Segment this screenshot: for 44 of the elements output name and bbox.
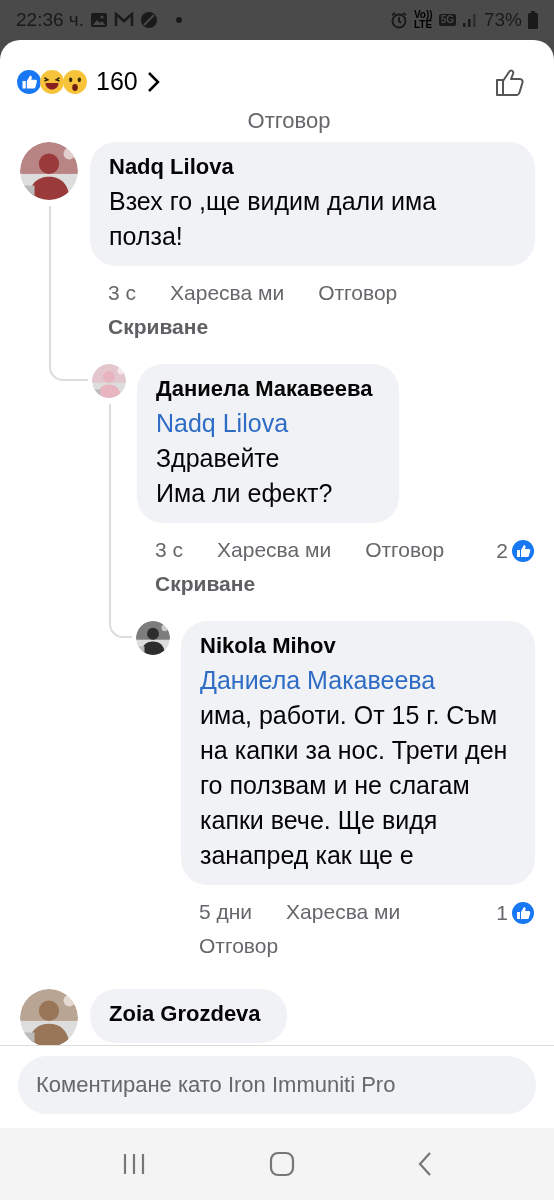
image-icon xyxy=(90,12,108,28)
comment-author[interactable]: Даниела Макавеева xyxy=(156,372,373,406)
like-count: 1 xyxy=(496,900,508,926)
comment-input-field[interactable]: Коментиране като Iron Immuniti Pro xyxy=(18,1056,536,1114)
battery-icon xyxy=(528,11,538,29)
reply-link[interactable]: Отговор xyxy=(247,110,331,132)
signal-icon xyxy=(461,12,478,28)
mention-link[interactable]: Даниела Макавеева xyxy=(200,663,509,698)
hide-link[interactable]: Скриване xyxy=(155,567,256,601)
mention-link[interactable]: Nadq Lilova xyxy=(156,406,373,441)
like-reaction-icon xyxy=(16,69,42,95)
alarm-icon xyxy=(389,11,408,29)
comment-text: има, работи. От 15 г. Съм на капки за нос. Трети ден го ползвам и не слагам капки вече. Ще видя занапред как ще е xyxy=(200,700,509,871)
volte-label: Vo)) xyxy=(413,10,433,20)
home-icon xyxy=(269,1151,295,1177)
like-link[interactable]: Харесва ми xyxy=(170,276,285,310)
back-icon xyxy=(417,1151,433,1177)
like-link[interactable]: Харесва ми xyxy=(217,533,332,567)
like-link[interactable]: Харесва ми xyxy=(286,895,401,929)
like-outline-icon xyxy=(494,66,526,98)
hide-link[interactable]: Скриване xyxy=(108,310,209,344)
comment-author[interactable]: Zoia Grozdeva xyxy=(109,997,261,1031)
comment-time: 5 дни xyxy=(199,899,253,925)
like-reaction-icon xyxy=(511,900,535,925)
comment-text: Взех го ,ще видим дали има полза! xyxy=(109,186,438,252)
reactions-summary[interactable]: 160 xyxy=(16,63,160,101)
recent-apps-icon xyxy=(121,1152,147,1176)
chevron-right-icon xyxy=(145,71,160,93)
dot-icon xyxy=(174,15,184,25)
reply-link[interactable]: Отговор xyxy=(318,276,398,310)
comment-author[interactable]: Nadq Lilova xyxy=(109,150,509,184)
volte-label: LTE xyxy=(413,20,433,30)
comment-author[interactable]: Nikola Mihov xyxy=(200,629,509,663)
comment-text: Здравейте Има ли ефект? xyxy=(156,443,334,509)
comment-time: 3 с xyxy=(155,537,183,563)
reply-link[interactable]: Отговор xyxy=(365,533,445,567)
comment-time: 3 с xyxy=(108,280,136,306)
like-reaction-icon xyxy=(511,538,535,563)
blocked-icon xyxy=(140,11,158,29)
surprised-emoji-icon xyxy=(62,69,88,95)
like-count: 2 xyxy=(496,538,508,564)
laughing-emoji-icon xyxy=(39,69,65,95)
reply-link[interactable]: Отговор xyxy=(199,929,279,963)
mail-icon xyxy=(114,12,134,28)
